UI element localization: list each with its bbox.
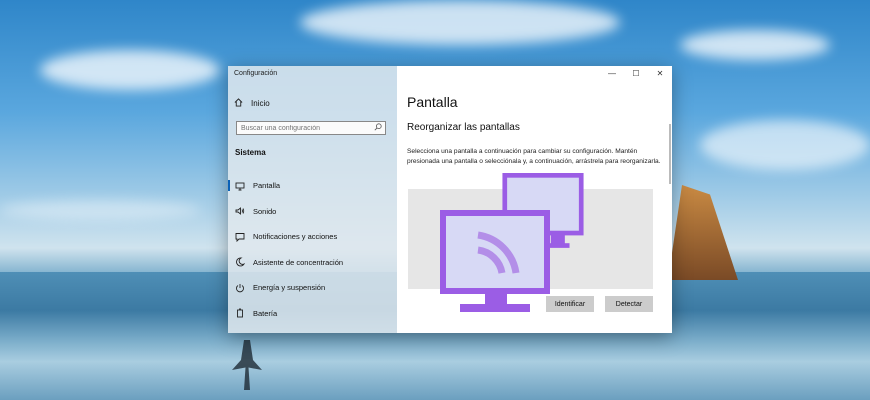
cloud (680, 30, 830, 60)
close-button[interactable]: ✕ (648, 66, 672, 80)
sidebar-nav: Pantalla Sonido Notificaciones y accione… (228, 173, 397, 326)
identify-button[interactable]: Identificar (546, 296, 594, 312)
home-label: Inicio (251, 99, 270, 108)
cloud (0, 200, 200, 220)
cloud (700, 120, 870, 170)
page-title: Pantalla (407, 94, 458, 110)
sidebar-item-notificaciones[interactable]: Notificaciones y acciones (228, 224, 397, 250)
moon-icon (235, 257, 245, 267)
cloud (40, 50, 220, 90)
sidebar-item-label: Pantalla (253, 181, 281, 191)
detect-button[interactable]: Detectar (605, 296, 653, 312)
description-text: Selecciona una pantalla a continuación p… (407, 148, 661, 165)
scrollbar[interactable] (669, 124, 671, 184)
power-icon (235, 283, 245, 293)
sidebar-item-concentracion[interactable]: Asistente de concentración (228, 250, 397, 276)
battery-icon (235, 308, 245, 318)
sidebar-item-label: Batería (253, 308, 278, 318)
sidebar-item-label: Notificaciones y acciones (253, 232, 338, 242)
section-label: Sistema (235, 148, 266, 157)
home-link[interactable]: Inicio (234, 98, 270, 109)
sidebar-item-bateria[interactable]: Batería (228, 301, 397, 327)
search-box[interactable] (236, 121, 386, 135)
search-icon[interactable] (374, 123, 382, 133)
maximize-button[interactable]: ☐ (624, 66, 648, 80)
section-title: Reorganizar las pantallas (407, 122, 520, 133)
cloud (300, 0, 620, 45)
sidebar-item-label: Energía y suspensión (253, 283, 326, 293)
speaker-icon (235, 206, 245, 216)
sidebar-item-sonido[interactable]: Sonido (228, 199, 397, 225)
primary-monitor-icon[interactable] (440, 210, 550, 316)
sidebar: Configuración Inicio Sistema Pantalla (228, 66, 397, 333)
sidebar-item-label: Sonido (253, 206, 277, 216)
search-input[interactable] (241, 123, 369, 133)
sidebar-item-label: Asistente de concentración (253, 257, 344, 267)
home-icon (234, 98, 243, 109)
app-title: Configuración (234, 70, 278, 77)
minimize-button[interactable]: — (600, 66, 624, 80)
rock (668, 185, 738, 280)
sidebar-item-energia[interactable]: Energía y suspensión (228, 275, 397, 301)
monitor-icon (235, 181, 245, 191)
sidebar-item-pantalla[interactable]: Pantalla (228, 173, 397, 199)
window-controls: — ☐ ✕ (600, 66, 672, 80)
notification-icon (235, 232, 245, 242)
